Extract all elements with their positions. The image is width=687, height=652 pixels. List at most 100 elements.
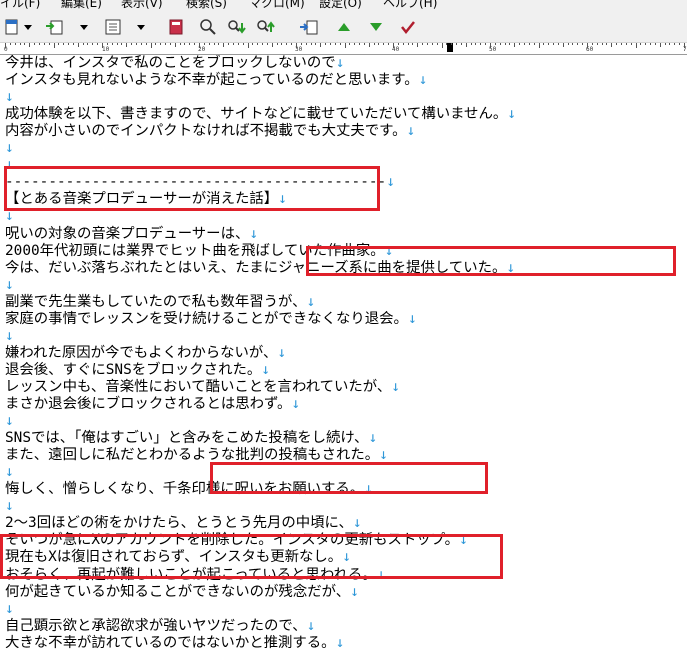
line-text: 呪いの対象の音楽プロデューサーは、 xyxy=(5,225,250,242)
newline-mark-icon: ↓ xyxy=(368,430,378,447)
ruler-tick xyxy=(305,43,307,45)
ruler-tick xyxy=(363,43,365,45)
ruler-tick xyxy=(116,43,118,45)
ruler-tick xyxy=(664,43,666,45)
ruler-tick xyxy=(572,43,574,45)
ruler-tick xyxy=(407,43,409,45)
dropdown-arrow-icon[interactable] xyxy=(135,16,147,38)
ruler-tick xyxy=(383,43,385,45)
page-icon[interactable] xyxy=(2,16,22,38)
ruler-tick xyxy=(102,43,103,48)
text-line: また、遠回しに私だとわかるような批判の投稿もされた。↓ xyxy=(5,447,388,463)
ruler-tick xyxy=(199,43,200,48)
newline-mark-icon: ↓ xyxy=(5,140,14,157)
ruler-tick xyxy=(252,43,254,45)
ruler-tick xyxy=(616,43,618,45)
menu-file[interactable]: イル(F) xyxy=(0,0,40,9)
ruler-tick xyxy=(509,43,511,45)
ruler-tick xyxy=(286,43,288,45)
find-prev-icon[interactable] xyxy=(255,16,279,38)
text-line: SNSでは、「俺はすごい」と含みをこめた投稿をし続け、↓ xyxy=(5,430,377,446)
list-icon[interactable] xyxy=(103,16,125,38)
ruler-tick xyxy=(504,43,506,45)
ruler-tick xyxy=(543,43,545,45)
book-icon[interactable] xyxy=(166,16,186,38)
toolbar xyxy=(0,12,687,43)
ruler-tick xyxy=(53,43,55,48)
text-line: 呪いの対象の音楽プロデューサーは、↓ xyxy=(5,226,258,242)
jump-icon[interactable] xyxy=(298,16,320,38)
ruler-tick xyxy=(194,43,196,45)
line-text: 大きな不幸が訪れているのではないかと推測する。 xyxy=(5,634,336,651)
ruler-tick xyxy=(422,43,424,45)
find-next-icon[interactable] xyxy=(226,16,250,38)
text-line: ↓ xyxy=(5,140,14,156)
newline-mark-icon: ↓ xyxy=(5,464,14,481)
insert-icon[interactable] xyxy=(44,16,66,38)
ruler-tick xyxy=(451,43,453,45)
newline-mark-icon: ↓ xyxy=(291,396,301,412)
newline-mark-icon: ↓ xyxy=(5,89,14,106)
text-line: ↓ xyxy=(5,89,14,105)
text-line: ↓ xyxy=(5,601,14,617)
ruler-tick xyxy=(203,43,205,45)
menu-search[interactable]: 検索(S) xyxy=(186,0,227,9)
text-line: ↓ xyxy=(5,498,14,514)
newline-mark-icon: ↓ xyxy=(418,72,428,89)
ruler-tick xyxy=(485,43,487,45)
ruler-tick xyxy=(557,43,559,45)
text-line: ↓ xyxy=(5,464,14,480)
menu-macro[interactable]: マクロ(M) xyxy=(249,0,305,9)
ruler-tick xyxy=(679,43,681,45)
ruler-tick xyxy=(126,43,128,47)
ruler-tick xyxy=(189,43,191,45)
check-icon[interactable] xyxy=(398,16,418,38)
ruler-tick xyxy=(669,43,671,45)
ruler-tick xyxy=(514,43,516,47)
ruler-tick xyxy=(373,43,375,45)
ruler-tick xyxy=(232,43,234,45)
ruler-tick xyxy=(106,43,108,45)
newline-mark-icon: ↓ xyxy=(335,55,345,71)
ruler-tick xyxy=(475,43,477,45)
menu-edit[interactable]: 編集(E) xyxy=(61,0,102,9)
ruler-tick xyxy=(441,43,443,48)
menu-view[interactable]: 表示(V) xyxy=(121,0,163,9)
menu-help[interactable]: ヘルプ(H) xyxy=(383,0,437,9)
dropdown-arrow-icon[interactable] xyxy=(22,16,34,38)
text-line: ↓ xyxy=(5,328,14,344)
text-line: 2～3回ほどの術をかけたら、とうとう先月の中頃に、↓ xyxy=(5,515,362,531)
ruler-tick xyxy=(659,43,661,47)
line-text: 何が起きているか知ることができないのが残念だが、 xyxy=(5,583,351,600)
ruler-tick xyxy=(325,43,327,45)
ruler-tick xyxy=(184,43,186,45)
ruler-tick xyxy=(470,43,472,45)
ruler-tick xyxy=(135,43,137,45)
ruler-tick xyxy=(606,43,608,45)
line-text: 嫌われた原因が今でもよくわからないが、 xyxy=(5,344,278,361)
dropdown-arrow-icon[interactable] xyxy=(78,16,90,38)
ruler-tick xyxy=(257,43,259,45)
up-arrow-icon[interactable] xyxy=(334,16,354,38)
text-line: 内容が小さいのでインパクトなければ不掲載でも大丈夫です。↓ xyxy=(5,123,415,139)
ruler-tick xyxy=(601,43,603,45)
ruler-tick xyxy=(160,43,162,45)
highlight-box xyxy=(306,246,676,276)
menu-settings[interactable]: 設定(O) xyxy=(319,0,362,9)
ruler-tick xyxy=(276,43,278,45)
ruler-tick xyxy=(165,43,167,45)
line-text: 成功体験を以下、書きますので、サイトなどに載せていただいて構いません。 xyxy=(5,106,508,123)
ruler-tick xyxy=(155,43,157,45)
ruler-tick xyxy=(14,43,16,45)
down-arrow-icon[interactable] xyxy=(366,16,386,38)
text-line: ↓ xyxy=(5,277,14,293)
ruler-tick xyxy=(426,43,428,45)
search-icon[interactable] xyxy=(198,16,218,38)
ruler-tick xyxy=(87,43,89,45)
highlight-box xyxy=(4,166,380,211)
newline-mark-icon: ↓ xyxy=(379,447,388,464)
ruler-tick xyxy=(97,43,99,45)
ruler-tick xyxy=(654,43,656,45)
ruler-tick xyxy=(523,43,525,45)
ruler-tick xyxy=(19,43,21,45)
